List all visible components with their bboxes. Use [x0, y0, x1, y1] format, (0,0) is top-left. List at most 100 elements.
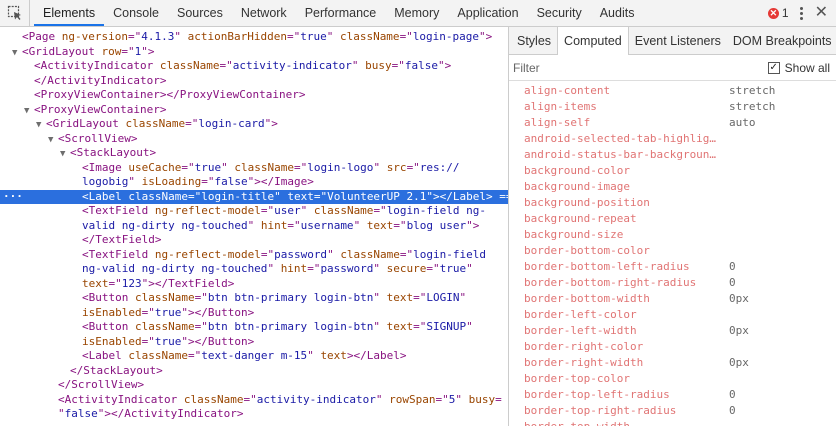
more-options-icon[interactable] — [795, 6, 809, 20]
show-all-label: Show all — [784, 60, 830, 75]
expand-triangle-icon[interactable]: ▼ — [12, 46, 22, 61]
attr-value: login-page — [412, 30, 480, 43]
computed-property-row[interactable]: android-selected-tab-highlig… — [509, 131, 836, 147]
dom-node[interactable]: <ProxyViewContainer></ProxyViewContainer… — [0, 88, 508, 103]
attr-name: isEnabled — [82, 305, 142, 319]
dom-node[interactable]: </StackLayout> — [0, 364, 508, 379]
expand-triangle-icon[interactable]: ▼ — [24, 104, 34, 119]
computed-property-row[interactable]: background-size — [509, 227, 836, 243]
computed-property-row[interactable]: border-top-width — [509, 419, 836, 426]
dom-node[interactable]: <Button className="btn btn-primary login… — [0, 320, 508, 335]
tag-text: =" — [201, 175, 215, 188]
sidebar-tab-computed[interactable]: Computed — [557, 27, 629, 55]
dom-node[interactable]: <TextField ng-reflect-model="user" class… — [0, 204, 508, 219]
tab-sources[interactable]: Sources — [168, 0, 232, 26]
computed-property-row[interactable]: border-right-width 0px — [509, 355, 836, 371]
computed-property-row[interactable]: align-content stretch — [509, 83, 836, 99]
computed-property-row[interactable]: align-self auto — [509, 115, 836, 131]
dom-node[interactable]: </ScrollView> — [0, 378, 508, 393]
dom-node[interactable]: <ActivityIndicator className="activity-i… — [0, 59, 508, 74]
node-actions-icon[interactable]: ··· — [3, 190, 23, 205]
computed-property-row[interactable]: border-bottom-color — [509, 243, 836, 259]
show-all-checkbox[interactable]: ✓ — [767, 61, 780, 74]
tab-audits[interactable]: Audits — [591, 0, 644, 26]
tag-text: =" — [406, 160, 420, 174]
computed-property-row[interactable]: border-top-left-radius 0 — [509, 387, 836, 403]
dom-node[interactable]: <Button className="btn btn-primary login… — [0, 291, 508, 306]
attr-value: ng-valid ng-dirty ng-touched — [82, 262, 268, 275]
computed-property-row[interactable]: background-repeat — [509, 211, 836, 227]
dom-node[interactable]: <Page ng-version="4.1.3" actionBarHidden… — [0, 30, 508, 45]
tag-text: =" — [373, 204, 387, 217]
tag-text: " — [353, 218, 367, 232]
tag-text: "> — [479, 30, 493, 43]
computed-property-row[interactable]: background-position — [509, 195, 836, 211]
tab-console[interactable]: Console — [104, 0, 168, 26]
attr-name: busy — [468, 392, 496, 406]
tag-text: <ActivityIndicator — [34, 59, 160, 72]
tag-text: <StackLayout> — [70, 146, 157, 159]
attr-value: password — [274, 247, 328, 261]
dom-node[interactable]: </TextField> — [0, 233, 508, 248]
filter-input[interactable] — [513, 60, 768, 75]
tab-application[interactable]: Application — [448, 0, 527, 26]
tab-network[interactable]: Network — [232, 0, 296, 26]
computed-property-row[interactable]: border-top-right-radius 0 — [509, 403, 836, 419]
close-icon[interactable]: ✕ — [815, 5, 828, 21]
attr-name: secure — [386, 262, 427, 275]
dom-node[interactable]: ▼ <GridLayout className="login-card"> — [0, 117, 508, 132]
attr-name: className — [183, 392, 244, 406]
sidebar-tab-event-listeners[interactable]: Event Listeners — [629, 27, 727, 54]
property-name: background-color — [524, 164, 630, 177]
computed-property-row[interactable]: align-items stretch — [509, 99, 836, 115]
tag-text: =" — [293, 160, 308, 174]
dom-node[interactable]: "false"></ActivityIndicator> — [0, 407, 508, 422]
computed-property-row[interactable]: background-image — [509, 179, 836, 195]
tab-performance[interactable]: Performance — [296, 0, 386, 26]
dom-node[interactable]: valid ng-dirty ng-touched" hint="usernam… — [0, 219, 508, 234]
dom-node[interactable]: isEnabled="true"></Button> — [0, 306, 508, 321]
computed-property-row[interactable]: android-status-bar-backgroun… — [509, 147, 836, 163]
dom-node[interactable]: ng-valid ng-dirty ng-touched" hint="pass… — [0, 262, 508, 277]
computed-property-row[interactable]: border-bottom-width 0px — [509, 291, 836, 307]
expand-triangle-icon[interactable]: ▼ — [36, 118, 46, 133]
dom-node[interactable]: ▼ <ScrollView> — [0, 132, 508, 147]
expand-triangle-icon[interactable]: ▼ — [48, 133, 58, 148]
sidebar-tab-dom-breakpoints[interactable]: DOM Breakpoints — [727, 27, 836, 54]
dom-node[interactable]: <ActivityIndicator className="activity-i… — [0, 393, 508, 408]
sidebar-tab-styles[interactable]: Styles — [511, 27, 557, 54]
tag-text: <Image — [82, 160, 129, 174]
dom-node[interactable]: logobig" isLoading="false"></Image> — [0, 175, 508, 190]
tag-text: =" — [307, 262, 321, 275]
computed-property-row[interactable]: border-right-color — [509, 339, 836, 355]
dom-node[interactable]: text="123"></TextField> — [0, 277, 508, 292]
dom-node[interactable]: ▼ <GridLayout row="1"> — [0, 45, 508, 60]
dom-node[interactable]: ▼ <ProxyViewContainer> — [0, 103, 508, 118]
dom-node[interactable]: </ActivityIndicator> — [0, 74, 508, 89]
computed-property-row[interactable]: border-bottom-left-radius 0 — [509, 259, 836, 275]
computed-property-row[interactable]: border-left-width 0px — [509, 323, 836, 339]
expand-triangle-icon[interactable]: ▼ — [60, 147, 70, 162]
attr-value: false — [404, 59, 439, 72]
computed-property-row[interactable]: border-bottom-right-radius 0 — [509, 275, 836, 291]
dom-node[interactable]: ▼ <StackLayout> — [0, 146, 508, 161]
tab-memory[interactable]: Memory — [385, 0, 448, 26]
dom-node[interactable]: <Label className="text-danger m-15" text… — [0, 349, 508, 364]
attr-name: actionBarHidden — [187, 30, 287, 43]
dom-node-selected[interactable]: ··· <Label className="login-title" text="… — [0, 189, 508, 205]
computed-property-row[interactable]: border-top-color — [509, 371, 836, 387]
error-counter[interactable]: ✕ 1 — [767, 6, 789, 20]
tab-security[interactable]: Security — [528, 0, 591, 26]
show-all-toggle[interactable]: ✓ Show all — [767, 60, 830, 75]
tab-elements[interactable]: Elements — [34, 0, 105, 26]
inspect-element-button[interactable] — [0, 0, 30, 26]
dom-node[interactable]: isEnabled="true"></Button> — [0, 335, 508, 350]
property-name: border-top-color — [524, 372, 630, 385]
computed-property-row[interactable]: background-color — [509, 163, 836, 179]
tag-text: " — [375, 392, 390, 406]
dom-node[interactable]: <TextField ng-reflect-model="password" c… — [0, 248, 508, 263]
tag-text: " — [373, 262, 387, 275]
dom-node[interactable]: <Image useCache="true" className="login-… — [0, 161, 508, 176]
tag-text: =" — [287, 218, 301, 232]
computed-property-row[interactable]: border-left-color — [509, 307, 836, 323]
